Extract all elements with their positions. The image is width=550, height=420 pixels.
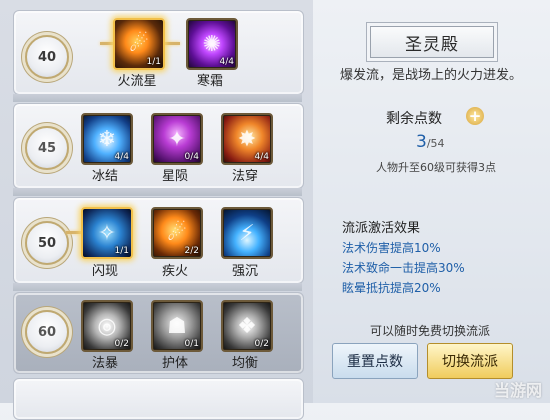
skill-balance[interactable]: ❖ 0/2 <box>221 300 273 352</box>
school-description: 爆发流，是战场上的火力进发。 <box>340 68 523 83</box>
row-divider <box>13 94 302 102</box>
points-display: 3/54 <box>416 132 445 152</box>
skill-flash[interactable]: ✧ 1/1 <box>81 207 133 259</box>
points-hint: 人物升至60级可获得3点 <box>376 161 496 174</box>
add-points-icon[interactable]: + <box>466 107 484 125</box>
skill-count: 2/2 <box>184 246 199 256</box>
skill-count: 0/2 <box>114 339 129 349</box>
skill-name: 强沉 <box>231 264 258 279</box>
skill-count: 4/4 <box>114 152 129 162</box>
talent-tree-panel: 40 ☄ 1/1 ✺ 4/4 火流星 寒霜 45 ❄ 4/4 ✦ 0/4 ✸ 4… <box>0 0 313 420</box>
effects-title: 流派激活效果 <box>342 221 421 236</box>
skill-count: 4/4 <box>219 57 234 67</box>
effect-item: 法术致命一击提高30% <box>342 261 465 275</box>
skill-star-fall[interactable]: ✦ 0/4 <box>151 113 203 165</box>
skill-name: 疾火 <box>161 264 188 279</box>
level-badge-50: 50 <box>25 221 69 265</box>
school-title: 圣灵殿 <box>370 26 494 58</box>
skill-freeze[interactable]: ❄ 4/4 <box>81 113 133 165</box>
skill-name: 星陨 <box>161 169 188 184</box>
skill-name: 寒霜 <box>196 74 223 89</box>
skill-name: 火流星 <box>117 74 157 89</box>
skill-frost[interactable]: ✺ 4/4 <box>186 18 238 70</box>
effect-item: 眩晕抵抗提高20% <box>342 281 441 295</box>
skill-name: 法穿 <box>231 169 258 184</box>
points-current: 3 <box>416 132 427 152</box>
row-divider <box>13 283 302 291</box>
sink-icon: ⚡ <box>239 220 255 246</box>
skill-name: 冰结 <box>91 169 118 184</box>
skill-meteor[interactable]: ☄ 1/1 <box>113 18 165 70</box>
switch-school-button[interactable]: 切换流派 <box>427 343 513 379</box>
remaining-points-label: 剩余点数 <box>386 111 442 127</box>
points-max: /54 <box>426 137 445 150</box>
talent-info-panel: 圣灵殿 爆发流，是战场上的火力进发。 剩余点数 + 3/54 人物升至60级可获… <box>318 0 550 403</box>
skill-spell-crit[interactable]: ◎ 0/2 <box>81 300 133 352</box>
skill-count: 0/2 <box>254 339 269 349</box>
skill-count: 0/4 <box>184 152 199 162</box>
skill-name: 闪现 <box>91 264 118 279</box>
skill-name: 均衡 <box>231 356 258 371</box>
skill-sink[interactable]: ⚡ <box>221 207 273 259</box>
watermark-logo: 当游网 <box>493 381 542 400</box>
skill-guard[interactable]: ☗ 0/1 <box>151 300 203 352</box>
skill-spell-pierce[interactable]: ✸ 4/4 <box>221 113 273 165</box>
reset-points-button[interactable]: 重置点数 <box>332 343 418 379</box>
skill-swift-fire[interactable]: ☄ 2/2 <box>151 207 203 259</box>
skill-count: 4/4 <box>254 152 269 162</box>
level-badge-60: 60 <box>25 310 69 354</box>
skill-count: 1/1 <box>146 57 161 67</box>
switch-hint: 可以随时免费切换流派 <box>370 324 491 338</box>
skill-name: 法暴 <box>91 356 118 371</box>
row-divider <box>13 188 302 196</box>
level-badge-45: 45 <box>25 126 69 170</box>
talent-row-next <box>13 378 304 420</box>
effect-item: 法术伤害提高10% <box>342 241 441 255</box>
skill-count: 1/1 <box>114 246 129 256</box>
level-badge-40: 40 <box>25 35 69 79</box>
skill-count: 0/1 <box>184 339 199 349</box>
skill-name: 护体 <box>161 356 188 371</box>
